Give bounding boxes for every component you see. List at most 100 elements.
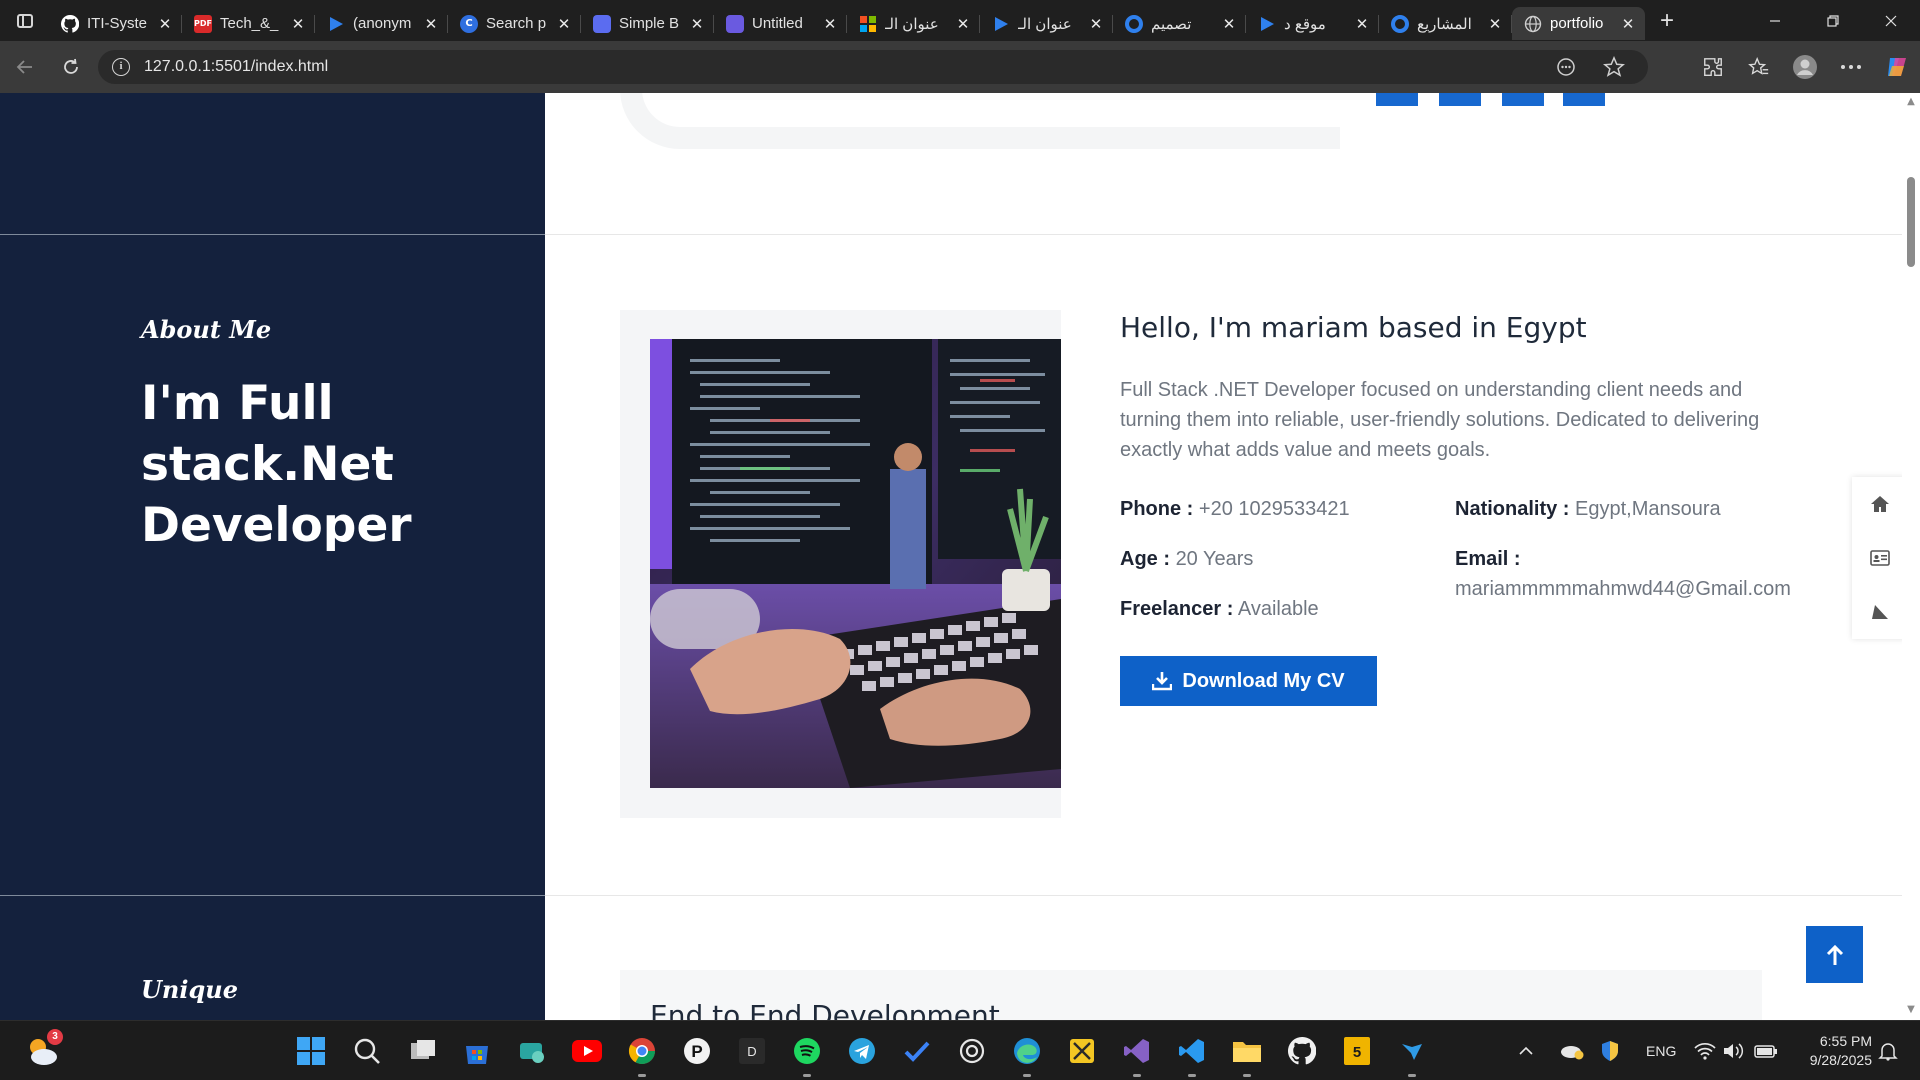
- edge-icon[interactable]: [1010, 1034, 1044, 1077]
- visual-studio-icon[interactable]: [1120, 1034, 1154, 1077]
- close-window-icon[interactable]: [1862, 0, 1920, 41]
- browser-tab[interactable]: PDF Tech_&_ ✕: [182, 7, 315, 40]
- download-cv-button[interactable]: Download My CV: [1120, 656, 1377, 706]
- chrome-icon[interactable]: [625, 1034, 659, 1077]
- tab-close-icon[interactable]: ✕: [823, 15, 837, 33]
- browser-tab[interactable]: عنوان الـ ✕: [847, 7, 980, 40]
- id-card-icon[interactable]: [1852, 531, 1908, 585]
- tab-close-icon[interactable]: ✕: [690, 15, 704, 33]
- favorites-icon[interactable]: [1736, 47, 1782, 87]
- tab-close-icon[interactable]: ✕: [1089, 15, 1103, 33]
- home-icon[interactable]: [1852, 477, 1908, 531]
- chatgpt-icon[interactable]: [955, 1034, 989, 1068]
- browser-tab[interactable]: C Search p ✕: [448, 7, 581, 40]
- notifications-icon[interactable]: [1878, 1021, 1898, 1080]
- volume-icon[interactable]: [1722, 1021, 1744, 1080]
- browser-tab-active[interactable]: portfolio ✕: [1512, 7, 1645, 40]
- scroll-to-top-button[interactable]: [1806, 926, 1863, 983]
- tab-close-icon[interactable]: ✕: [956, 15, 970, 33]
- tab-close-icon[interactable]: ✕: [291, 15, 305, 33]
- tab-title: عنوان الـ: [885, 15, 939, 33]
- twitter-icon[interactable]: [1439, 93, 1481, 106]
- address-bar[interactable]: i 127.0.0.1:5501/index.html: [98, 50, 1648, 84]
- telegram-icon[interactable]: [845, 1034, 879, 1068]
- browser-tab[interactable]: المشاريع ✕: [1379, 7, 1512, 40]
- taskbar-clock[interactable]: 6:55 PM 9/28/2025: [1790, 1032, 1872, 1070]
- scrollbar-thumb[interactable]: [1907, 177, 1915, 267]
- tab-close-icon[interactable]: ✕: [158, 15, 172, 33]
- tab-title: موقع د: [1284, 15, 1326, 33]
- battery-icon[interactable]: [1754, 1021, 1778, 1080]
- linkedin-icon[interactable]: [1563, 93, 1605, 106]
- browser-tab[interactable]: موقع د ✕: [1246, 7, 1379, 40]
- vscode-icon[interactable]: [1175, 1034, 1209, 1077]
- tab-close-icon[interactable]: ✕: [557, 15, 571, 33]
- language-indicator[interactable]: ENG: [1646, 1021, 1676, 1080]
- html5-editor-icon[interactable]: 5: [1340, 1034, 1374, 1068]
- favorite-star-icon[interactable]: [1590, 54, 1638, 80]
- wifi-icon[interactable]: [1694, 1021, 1716, 1080]
- teams-chat-icon[interactable]: [515, 1034, 549, 1068]
- todo-icon[interactable]: [900, 1034, 934, 1068]
- nationality-label: Nationality :: [1455, 498, 1570, 520]
- page-scrollbar[interactable]: ▲ ▼: [1902, 93, 1920, 1020]
- onedrive-warning-icon[interactable]: [1560, 1021, 1584, 1080]
- restore-icon[interactable]: [1804, 0, 1862, 41]
- facebook-icon[interactable]: [1376, 93, 1418, 106]
- new-tab-button[interactable]: +: [1645, 7, 1689, 35]
- back-icon[interactable]: [2, 47, 48, 87]
- url-text: 127.0.0.1:5501/index.html: [144, 58, 329, 75]
- browser-tab[interactable]: Simple B ✕: [581, 7, 714, 40]
- tab-close-icon[interactable]: ✕: [1488, 15, 1502, 33]
- browser-tab[interactable]: عنوان الـ ✕: [980, 7, 1113, 40]
- site-info-icon[interactable]: i: [112, 58, 130, 76]
- tab-close-icon[interactable]: ✕: [1355, 15, 1369, 33]
- pinterest-p-icon[interactable]: P: [680, 1034, 714, 1068]
- about-title: I'm Full stack.Net Developer: [141, 376, 412, 553]
- tab-close-icon[interactable]: ✕: [1621, 15, 1635, 33]
- refresh-icon[interactable]: [48, 47, 94, 87]
- defender-shield-icon[interactable]: [1600, 1021, 1620, 1080]
- browser-tab[interactable]: ITI-Syste ✕: [49, 7, 182, 40]
- windows-start-icon[interactable]: [294, 1034, 328, 1068]
- send-icon[interactable]: [1852, 585, 1908, 639]
- email-value[interactable]: mariammmmmahmwd44@Gmail.com: [1455, 574, 1791, 604]
- tab-close-icon[interactable]: ✕: [424, 15, 438, 33]
- browser-tab[interactable]: (anonym ✕: [315, 7, 448, 40]
- tab-title: Search p: [486, 15, 547, 32]
- app-icon: [593, 14, 611, 33]
- minimize-icon[interactable]: [1746, 0, 1804, 41]
- browser-tab[interactable]: تصميم ✕: [1113, 7, 1246, 40]
- copilot-icon[interactable]: [1874, 47, 1920, 87]
- globe-icon: [1524, 15, 1542, 33]
- weather-widget[interactable]: 3: [24, 1029, 63, 1069]
- task-view-icon[interactable]: [406, 1034, 440, 1068]
- tab-actions-button[interactable]: [0, 0, 49, 41]
- tab-actions-icon: [16, 13, 33, 28]
- more-options-icon[interactable]: [1828, 47, 1874, 87]
- youtube-icon[interactable]: [570, 1034, 604, 1068]
- tab-close-icon[interactable]: ✕: [1222, 15, 1236, 33]
- azure-data-icon[interactable]: [1395, 1034, 1429, 1077]
- extensions-icon[interactable]: [1690, 47, 1736, 87]
- browser-tab[interactable]: Untitled ✕: [714, 7, 847, 40]
- file-explorer-icon[interactable]: [1230, 1034, 1264, 1077]
- running-indicator: [1243, 1074, 1251, 1077]
- search-icon[interactable]: [350, 1034, 384, 1068]
- instagram-icon[interactable]: [1502, 93, 1544, 106]
- running-indicator: [638, 1074, 646, 1077]
- section-divider: [0, 234, 545, 235]
- snipping-tool-icon[interactable]: [1065, 1034, 1099, 1068]
- reader-mode-icon[interactable]: [1542, 54, 1590, 80]
- show-hidden-icons-icon[interactable]: [1518, 1021, 1534, 1080]
- github-desktop-icon[interactable]: [1285, 1034, 1319, 1068]
- spotify-icon[interactable]: [790, 1034, 824, 1077]
- weather-badge: 3: [47, 1029, 63, 1045]
- phone-label: Phone :: [1120, 498, 1194, 520]
- profile-avatar-icon[interactable]: [1782, 47, 1828, 87]
- microsoft-store-icon[interactable]: [460, 1034, 494, 1068]
- d-app-icon[interactable]: D: [735, 1034, 769, 1068]
- scroll-up-arrow-icon[interactable]: ▲: [1906, 97, 1916, 107]
- scroll-down-arrow-icon[interactable]: ▼: [1906, 1005, 1916, 1015]
- hero-decoration: [620, 93, 1340, 149]
